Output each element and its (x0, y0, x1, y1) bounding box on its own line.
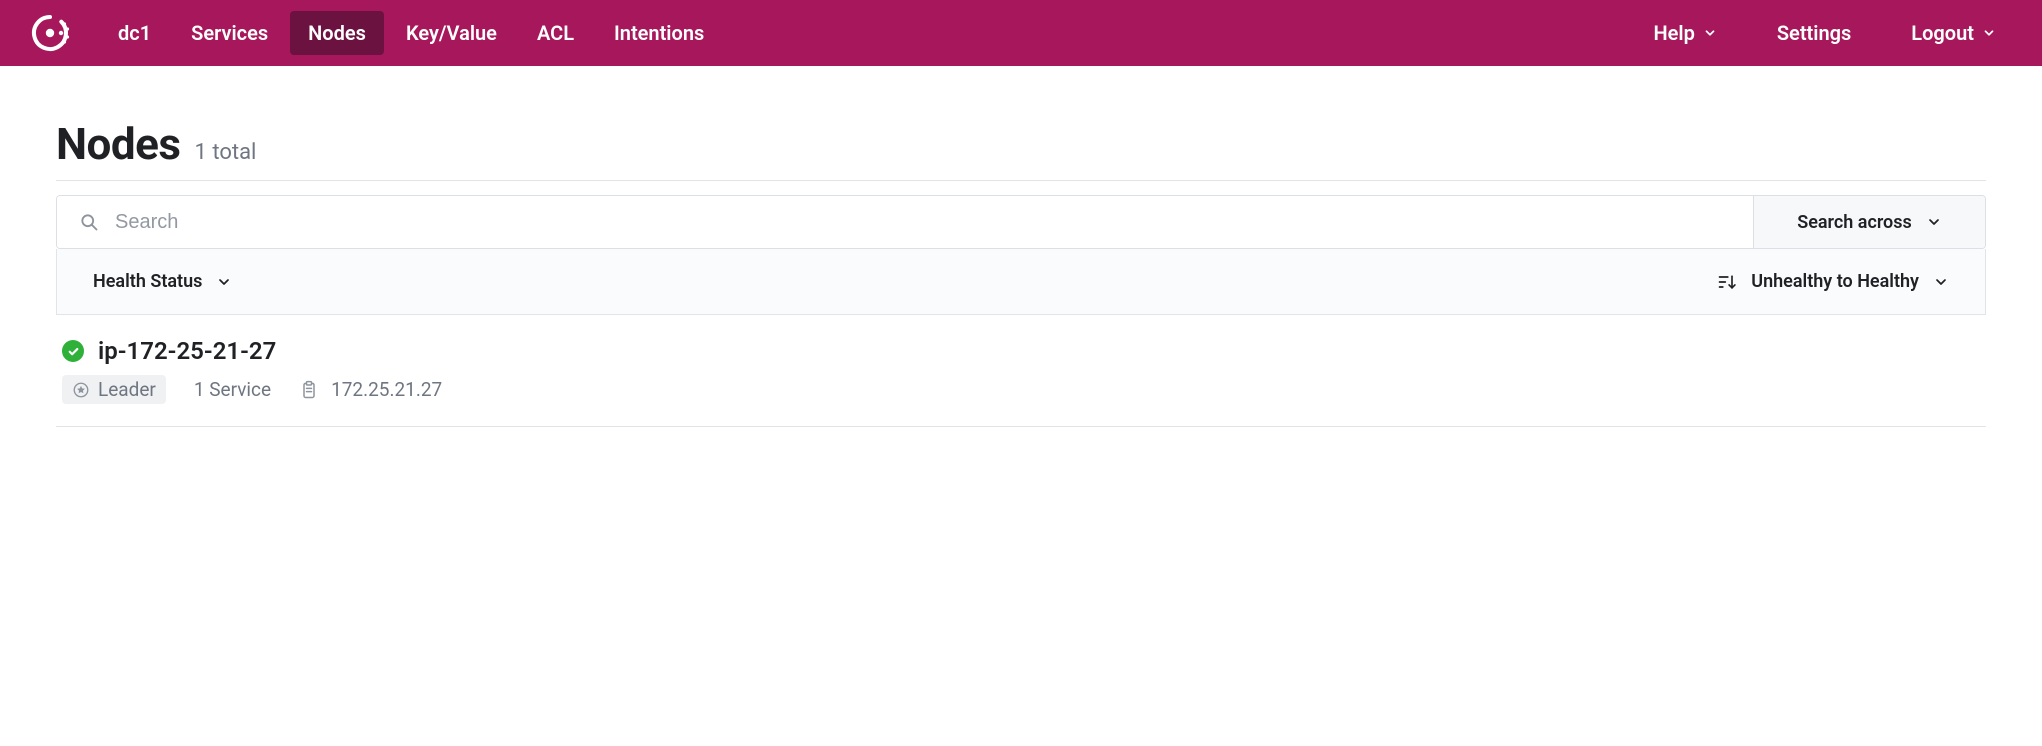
sort-label: Unhealthy to Healthy (1751, 271, 1919, 292)
nav-keyvalue[interactable]: Key/Value (388, 11, 515, 55)
page-count: 1 total (195, 140, 257, 165)
search-input[interactable] (115, 211, 1731, 234)
node-row[interactable]: ip-172-25-21-27 Leader 1 Service (56, 315, 1986, 427)
main-content: Nodes 1 total Search across Health Statu… (0, 66, 2042, 467)
page-header: Nodes 1 total (56, 118, 1986, 181)
nav-help-label: Help (1653, 21, 1694, 45)
nav-logout-label: Logout (1911, 21, 1974, 45)
health-status-label: Health Status (93, 271, 202, 292)
chevron-down-icon (1982, 26, 1996, 40)
chevron-down-icon (1926, 214, 1942, 230)
search-icon (79, 212, 99, 232)
consul-logo[interactable] (28, 11, 72, 55)
page-title: Nodes (56, 118, 181, 170)
health-status-filter[interactable]: Health Status (93, 271, 232, 292)
status-passing-icon (62, 340, 84, 362)
node-name: ip-172-25-21-27 (98, 337, 276, 365)
chevron-down-icon (216, 274, 232, 290)
star-circle-icon (72, 381, 90, 399)
search-bar: Search across (56, 195, 1986, 249)
nav-logout[interactable]: Logout (1893, 11, 2014, 55)
sort-dropdown[interactable]: Unhealthy to Healthy (1717, 271, 1949, 292)
chevron-down-icon (1703, 26, 1717, 40)
filter-bar: Health Status Unhealthy to Healthy (56, 249, 1986, 315)
node-ip[interactable]: 172.25.21.27 (299, 378, 442, 401)
nav-intentions[interactable]: Intentions (596, 11, 722, 55)
search-box[interactable] (57, 196, 1753, 248)
nav-nodes[interactable]: Nodes (290, 11, 384, 55)
nav-acl[interactable]: ACL (519, 11, 592, 55)
top-navbar: dc1 Services Nodes Key/Value ACL Intenti… (0, 0, 2042, 66)
nav-services[interactable]: Services (173, 11, 286, 55)
secondary-nav: Help Settings Logout (1635, 11, 2014, 55)
search-across-label: Search across (1797, 212, 1912, 233)
leader-label: Leader (98, 378, 156, 401)
sort-icon (1717, 272, 1737, 292)
node-meta: Leader 1 Service 172.25.21.27 (62, 375, 1980, 404)
node-services-count: 1 Service (194, 378, 271, 401)
nav-settings[interactable]: Settings (1759, 11, 1869, 55)
nav-help[interactable]: Help (1635, 11, 1734, 55)
primary-nav: dc1 Services Nodes Key/Value ACL Intenti… (100, 11, 722, 55)
chevron-down-icon (1933, 274, 1949, 290)
node-head: ip-172-25-21-27 (62, 337, 1980, 365)
datacenter-selector[interactable]: dc1 (100, 11, 169, 55)
nav-settings-label: Settings (1777, 21, 1851, 45)
search-across-dropdown[interactable]: Search across (1753, 196, 1985, 248)
leader-badge: Leader (62, 375, 166, 404)
clipboard-icon (299, 380, 319, 400)
node-ip-text: 172.25.21.27 (331, 378, 442, 401)
